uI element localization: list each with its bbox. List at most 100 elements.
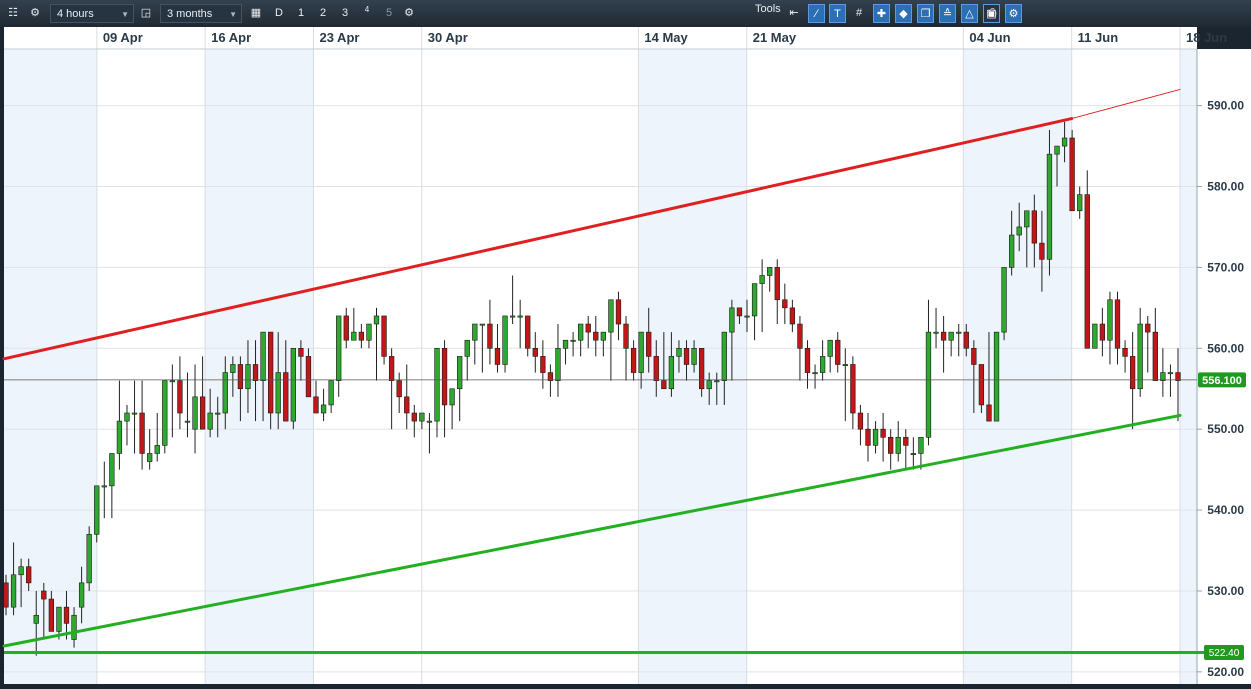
candle-body xyxy=(555,347,561,381)
candle-body xyxy=(698,347,705,390)
candle-body xyxy=(177,380,183,414)
candle-body xyxy=(562,339,569,349)
print-icon[interactable]: ⎙ xyxy=(983,4,1001,23)
candle-body xyxy=(1039,242,1045,260)
candle-body xyxy=(222,372,228,414)
chart-toolbar: ☷ ⚙ 4 hours ▼ ◲ 3 months ▼ ▦ D 1 2 3 4 5… xyxy=(0,0,1251,28)
settings-tools-icon[interactable]: ⚙ xyxy=(1005,4,1022,23)
period-button-d[interactable]: D xyxy=(270,4,288,23)
candle-body xyxy=(1016,226,1022,236)
candle-body xyxy=(963,331,969,349)
y-tick-label: 570.00 xyxy=(1207,260,1244,274)
candle-body xyxy=(721,331,727,381)
period-button-2[interactable]: 2 xyxy=(314,4,332,23)
interval-select[interactable]: 4 hours ▼ xyxy=(50,4,134,23)
candle-body xyxy=(978,364,985,406)
candle-body xyxy=(237,364,244,390)
menu-icon[interactable]: ☷ xyxy=(4,4,22,23)
candle-body xyxy=(147,453,153,462)
candle-body xyxy=(1114,299,1121,349)
chart-settings-icon[interactable]: ⚙ xyxy=(400,4,418,23)
candle-body xyxy=(789,307,796,325)
candle-body xyxy=(109,453,115,487)
candle-body xyxy=(457,356,463,390)
candle-body xyxy=(857,412,864,430)
candle-body xyxy=(275,372,281,414)
candle-body xyxy=(638,331,644,373)
candle-body xyxy=(706,380,712,390)
period-button-4[interactable]: 4 xyxy=(358,0,376,19)
x-axis-header xyxy=(4,27,1197,49)
candle-body xyxy=(343,315,349,341)
candle-body xyxy=(78,582,85,608)
candle-body xyxy=(532,347,538,357)
y-tick-label: 540.00 xyxy=(1207,503,1244,517)
candle-body xyxy=(449,388,455,406)
candle-body xyxy=(1046,153,1053,260)
candle-body xyxy=(835,339,841,365)
candle-body xyxy=(668,356,675,390)
candle-body xyxy=(744,315,750,318)
copy-icon[interactable]: ❐ xyxy=(917,4,934,23)
x-tick-label: 09 Apr xyxy=(103,30,143,45)
candle-body xyxy=(1024,210,1030,228)
line-tool-icon[interactable]: ∕ xyxy=(808,4,825,23)
candle-body xyxy=(509,315,516,318)
candle-body xyxy=(1099,323,1106,341)
candle-body xyxy=(540,356,546,373)
lock-icon[interactable]: ◲ xyxy=(137,4,155,23)
candle-body xyxy=(1129,356,1136,390)
candle-body xyxy=(396,380,402,398)
crosshair-icon[interactable]: ✚ xyxy=(873,4,890,23)
chevron-down-icon: ▼ xyxy=(229,10,237,19)
x-tick-label: 04 Jun xyxy=(969,30,1010,45)
candle-body xyxy=(1001,267,1007,333)
chevron-down-icon: ▼ xyxy=(121,10,129,19)
x-tick-label: 21 May xyxy=(753,30,797,45)
candle-body xyxy=(570,339,576,342)
settings-icon[interactable]: ⚙ xyxy=(26,4,44,23)
candle-body xyxy=(320,404,327,414)
candle-body xyxy=(593,331,599,341)
period-button-5[interactable]: 5 xyxy=(380,4,398,23)
candle-body xyxy=(940,331,947,341)
candle-body xyxy=(71,614,77,640)
period-select[interactable]: 3 months ▼ xyxy=(160,4,242,23)
candle-body xyxy=(1031,210,1037,244)
candle-body xyxy=(351,331,357,341)
candle-body xyxy=(804,347,811,373)
marker-icon[interactable]: ◆ xyxy=(895,4,912,23)
calendar-icon[interactable]: ▦ xyxy=(247,4,265,23)
candle-body xyxy=(131,412,138,415)
current-price-label: 556.100 xyxy=(1202,375,1242,387)
candle-body xyxy=(94,485,100,535)
candle-body xyxy=(872,428,879,446)
candle-body xyxy=(615,299,622,325)
x-tick-label: 18 Jun xyxy=(1186,30,1227,45)
candle-body xyxy=(1092,323,1098,349)
tools-label: Tools xyxy=(755,3,781,15)
candle-body xyxy=(585,323,591,333)
arrow-back-icon[interactable]: ⇤ xyxy=(785,4,803,23)
shape-icon[interactable]: △ xyxy=(961,4,978,23)
candle-body xyxy=(729,307,735,333)
grid-icon[interactable]: # xyxy=(850,4,868,23)
candle-body xyxy=(434,347,440,422)
candle-body xyxy=(1137,323,1143,390)
candle-body xyxy=(971,347,977,365)
y-tick-label: 590.00 xyxy=(1207,99,1244,113)
candle-body xyxy=(865,428,871,446)
indicator-icon[interactable]: ≙ xyxy=(939,4,956,23)
candle-body xyxy=(1009,234,1015,268)
candle-body xyxy=(230,364,236,373)
candle-body xyxy=(850,364,856,414)
candle-body xyxy=(487,323,493,349)
candle-body xyxy=(10,574,17,608)
candle-body xyxy=(1107,299,1113,341)
text-tool-icon[interactable]: T xyxy=(829,4,846,23)
period-button-1[interactable]: 1 xyxy=(292,4,310,23)
candle-body xyxy=(26,566,32,584)
candle-body xyxy=(18,566,24,576)
price-chart[interactable]: 09 Apr 16 Apr 23 Apr 30 Apr 14 May 21 May 04 J… xyxy=(0,27,1251,689)
period-button-3[interactable]: 3 xyxy=(336,4,354,23)
